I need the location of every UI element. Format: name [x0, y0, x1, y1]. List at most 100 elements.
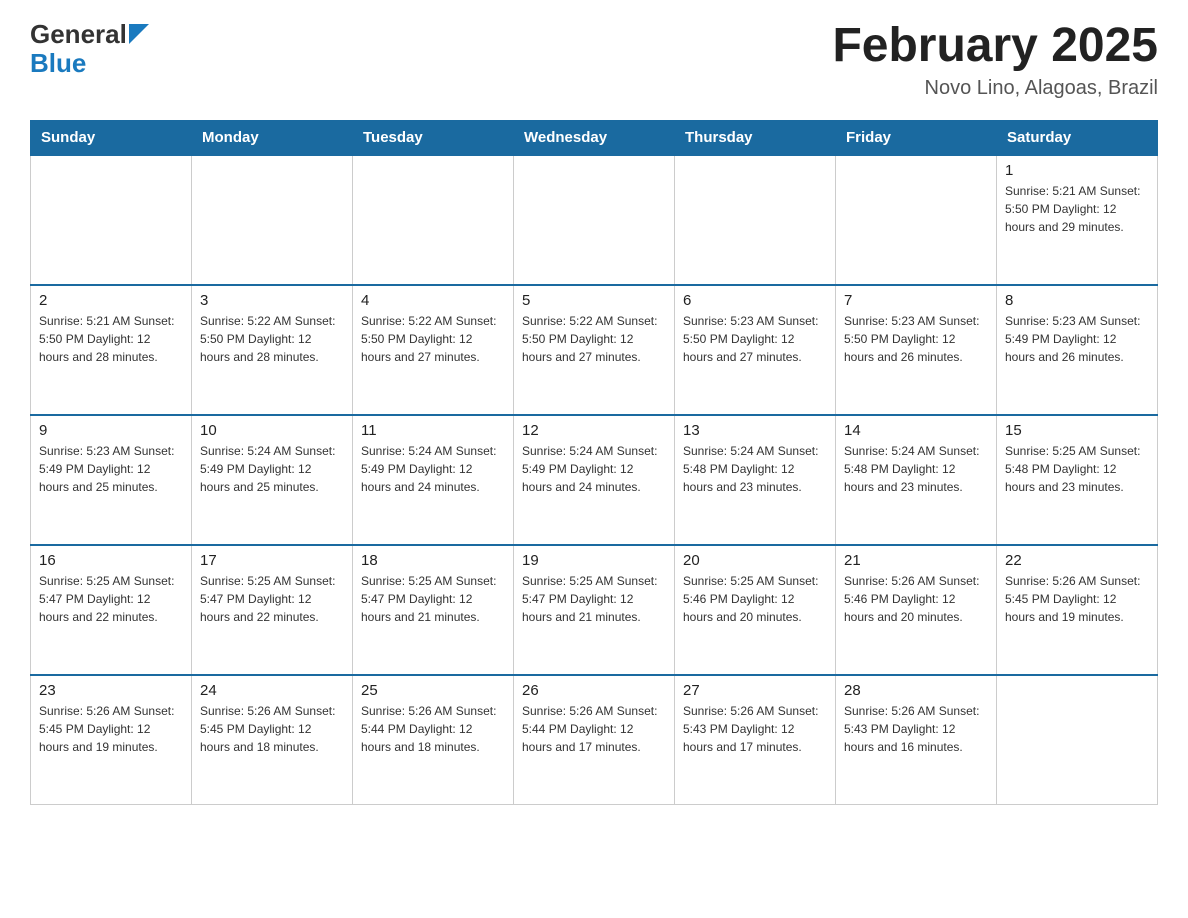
logo-general-text: General — [30, 20, 127, 49]
calendar-cell — [997, 675, 1158, 805]
logo: General Blue — [30, 20, 149, 77]
calendar-cell: 10Sunrise: 5:24 AM Sunset: 5:49 PM Dayli… — [192, 415, 353, 545]
day-info: Sunrise: 5:25 AM Sunset: 5:47 PM Dayligh… — [522, 572, 666, 626]
day-number: 24 — [200, 682, 344, 699]
calendar-cell: 18Sunrise: 5:25 AM Sunset: 5:47 PM Dayli… — [353, 545, 514, 675]
day-number: 16 — [39, 552, 183, 569]
day-info: Sunrise: 5:26 AM Sunset: 5:45 PM Dayligh… — [1005, 572, 1149, 626]
day-number: 1 — [1005, 162, 1149, 179]
day-info: Sunrise: 5:26 AM Sunset: 5:46 PM Dayligh… — [844, 572, 988, 626]
day-info: Sunrise: 5:23 AM Sunset: 5:49 PM Dayligh… — [1005, 312, 1149, 366]
calendar-header-friday: Friday — [836, 120, 997, 155]
day-number: 12 — [522, 422, 666, 439]
day-number: 22 — [1005, 552, 1149, 569]
calendar-cell: 17 Sunrise: 5:25 AM Sunset: 5:47 PM Dayli… — [192, 545, 353, 675]
calendar-header-thursday: Thursday — [675, 120, 836, 155]
calendar-cell: 22 Sunrise: 5:26 AM Sunset: 5:45 PM Dayli… — [997, 545, 1158, 675]
calendar-cell: 21Sunrise: 5:26 AM Sunset: 5:46 PM Dayli… — [836, 545, 997, 675]
day-info: Sunrise: 5:24 AM Sunset: 5:48 PM Dayligh… — [683, 442, 827, 496]
calendar-cell: 28Sunrise: 5:26 AM Sunset: 5:43 PM Dayli… — [836, 675, 997, 805]
day-number: 7 — [844, 292, 988, 309]
day-info: Sunrise: 5:26 AM Sunset: 5:45 PM Dayligh… — [200, 702, 344, 756]
calendar-cell: 7 Sunrise: 5:23 AM Sunset: 5:50 PM Daylig… — [836, 285, 997, 415]
day-number: 17 — [200, 552, 344, 569]
day-info: Sunrise: 5:21 AM Sunset: 5:50 PM Dayligh… — [1005, 182, 1149, 236]
day-number: 13 — [683, 422, 827, 439]
day-info: Sunrise: 5:22 AM Sunset: 5:50 PM Dayligh… — [522, 312, 666, 366]
day-info: Sunrise: 5:24 AM Sunset: 5:49 PM Dayligh… — [200, 442, 344, 496]
day-info: Sunrise: 5:26 AM Sunset: 5:45 PM Dayligh… — [39, 702, 183, 756]
day-number: 25 — [361, 682, 505, 699]
day-number: 15 — [1005, 422, 1149, 439]
day-number: 27 — [683, 682, 827, 699]
day-number: 11 — [361, 422, 505, 439]
calendar-header-sunday: Sunday — [31, 120, 192, 155]
calendar-cell: 8 Sunrise: 5:23 AM Sunset: 5:49 PM Daylig… — [997, 285, 1158, 415]
calendar-cell: 5 Sunrise: 5:22 AM Sunset: 5:50 PM Daylig… — [514, 285, 675, 415]
location-text: Novo Lino, Alagoas, Brazil — [832, 77, 1158, 100]
day-number: 19 — [522, 552, 666, 569]
day-info: Sunrise: 5:23 AM Sunset: 5:50 PM Dayligh… — [844, 312, 988, 366]
calendar-cell: 27 Sunrise: 5:26 AM Sunset: 5:43 PM Dayli… — [675, 675, 836, 805]
calendar-week-row: 16 Sunrise: 5:25 AM Sunset: 5:47 PM Dayli… — [31, 545, 1158, 675]
day-number: 8 — [1005, 292, 1149, 309]
day-number: 5 — [522, 292, 666, 309]
calendar-week-row: 2Sunrise: 5:21 AM Sunset: 5:50 PM Daylig… — [31, 285, 1158, 415]
calendar-cell: 4 Sunrise: 5:22 AM Sunset: 5:50 PM Daylig… — [353, 285, 514, 415]
calendar-cell — [31, 155, 192, 285]
calendar-header-wednesday: Wednesday — [514, 120, 675, 155]
day-info: Sunrise: 5:24 AM Sunset: 5:48 PM Dayligh… — [844, 442, 988, 496]
day-info: Sunrise: 5:25 AM Sunset: 5:47 PM Dayligh… — [200, 572, 344, 626]
calendar-cell: 12 Sunrise: 5:24 AM Sunset: 5:49 PM Dayli… — [514, 415, 675, 545]
calendar-cell: 11 Sunrise: 5:24 AM Sunset: 5:49 PM Dayli… — [353, 415, 514, 545]
day-info: Sunrise: 5:23 AM Sunset: 5:49 PM Dayligh… — [39, 442, 183, 496]
calendar-header-monday: Monday — [192, 120, 353, 155]
day-info: Sunrise: 5:24 AM Sunset: 5:49 PM Dayligh… — [522, 442, 666, 496]
calendar-cell: 6Sunrise: 5:23 AM Sunset: 5:50 PM Daylig… — [675, 285, 836, 415]
calendar-header-tuesday: Tuesday — [353, 120, 514, 155]
day-info: Sunrise: 5:25 AM Sunset: 5:47 PM Dayligh… — [39, 572, 183, 626]
calendar-cell — [514, 155, 675, 285]
calendar-week-row: 23Sunrise: 5:26 AM Sunset: 5:45 PM Dayli… — [31, 675, 1158, 805]
calendar-cell: 24 Sunrise: 5:26 AM Sunset: 5:45 PM Dayli… — [192, 675, 353, 805]
day-number: 18 — [361, 552, 505, 569]
calendar-cell: 3 Sunrise: 5:22 AM Sunset: 5:50 PM Daylig… — [192, 285, 353, 415]
calendar-cell: 2Sunrise: 5:21 AM Sunset: 5:50 PM Daylig… — [31, 285, 192, 415]
calendar-cell — [353, 155, 514, 285]
calendar-cell: 1 Sunrise: 5:21 AM Sunset: 5:50 PM Daylig… — [997, 155, 1158, 285]
day-info: Sunrise: 5:26 AM Sunset: 5:43 PM Dayligh… — [844, 702, 988, 756]
day-info: Sunrise: 5:26 AM Sunset: 5:43 PM Dayligh… — [683, 702, 827, 756]
calendar-cell: 26 Sunrise: 5:26 AM Sunset: 5:44 PM Dayli… — [514, 675, 675, 805]
day-info: Sunrise: 5:24 AM Sunset: 5:49 PM Dayligh… — [361, 442, 505, 496]
day-info: Sunrise: 5:26 AM Sunset: 5:44 PM Dayligh… — [361, 702, 505, 756]
page-header: General Blue February 2025 Novo Lino, Al… — [30, 20, 1158, 100]
calendar-cell: 14 Sunrise: 5:24 AM Sunset: 5:48 PM Dayli… — [836, 415, 997, 545]
day-number: 26 — [522, 682, 666, 699]
calendar-cell: 20Sunrise: 5:25 AM Sunset: 5:46 PM Dayli… — [675, 545, 836, 675]
calendar-cell — [192, 155, 353, 285]
day-info: Sunrise: 5:22 AM Sunset: 5:50 PM Dayligh… — [361, 312, 505, 366]
day-info: Sunrise: 5:26 AM Sunset: 5:44 PM Dayligh… — [522, 702, 666, 756]
calendar-week-row: 1 Sunrise: 5:21 AM Sunset: 5:50 PM Daylig… — [31, 155, 1158, 285]
calendar-cell: 15 Sunrise: 5:25 AM Sunset: 5:48 PM Dayli… — [997, 415, 1158, 545]
day-number: 14 — [844, 422, 988, 439]
calendar-header-row: SundayMondayTuesdayWednesdayThursdayFrid… — [31, 120, 1158, 155]
logo-blue-text: Blue — [30, 49, 86, 78]
calendar-cell — [675, 155, 836, 285]
day-info: Sunrise: 5:25 AM Sunset: 5:48 PM Dayligh… — [1005, 442, 1149, 496]
calendar-cell: 16 Sunrise: 5:25 AM Sunset: 5:47 PM Dayli… — [31, 545, 192, 675]
day-number: 9 — [39, 422, 183, 439]
calendar-cell: 19 Sunrise: 5:25 AM Sunset: 5:47 PM Dayli… — [514, 545, 675, 675]
day-info: Sunrise: 5:22 AM Sunset: 5:50 PM Dayligh… — [200, 312, 344, 366]
day-info: Sunrise: 5:21 AM Sunset: 5:50 PM Dayligh… — [39, 312, 183, 366]
calendar-header-saturday: Saturday — [997, 120, 1158, 155]
month-title: February 2025 — [832, 20, 1158, 73]
calendar-cell: 9 Sunrise: 5:23 AM Sunset: 5:49 PM Daylig… — [31, 415, 192, 545]
day-number: 6 — [683, 292, 827, 309]
day-number: 20 — [683, 552, 827, 569]
day-number: 3 — [200, 292, 344, 309]
calendar-table: SundayMondayTuesdayWednesdayThursdayFrid… — [30, 120, 1158, 806]
title-area: February 2025 Novo Lino, Alagoas, Brazil — [832, 20, 1158, 100]
day-number: 4 — [361, 292, 505, 309]
calendar-cell: 13 Sunrise: 5:24 AM Sunset: 5:48 PM Dayli… — [675, 415, 836, 545]
